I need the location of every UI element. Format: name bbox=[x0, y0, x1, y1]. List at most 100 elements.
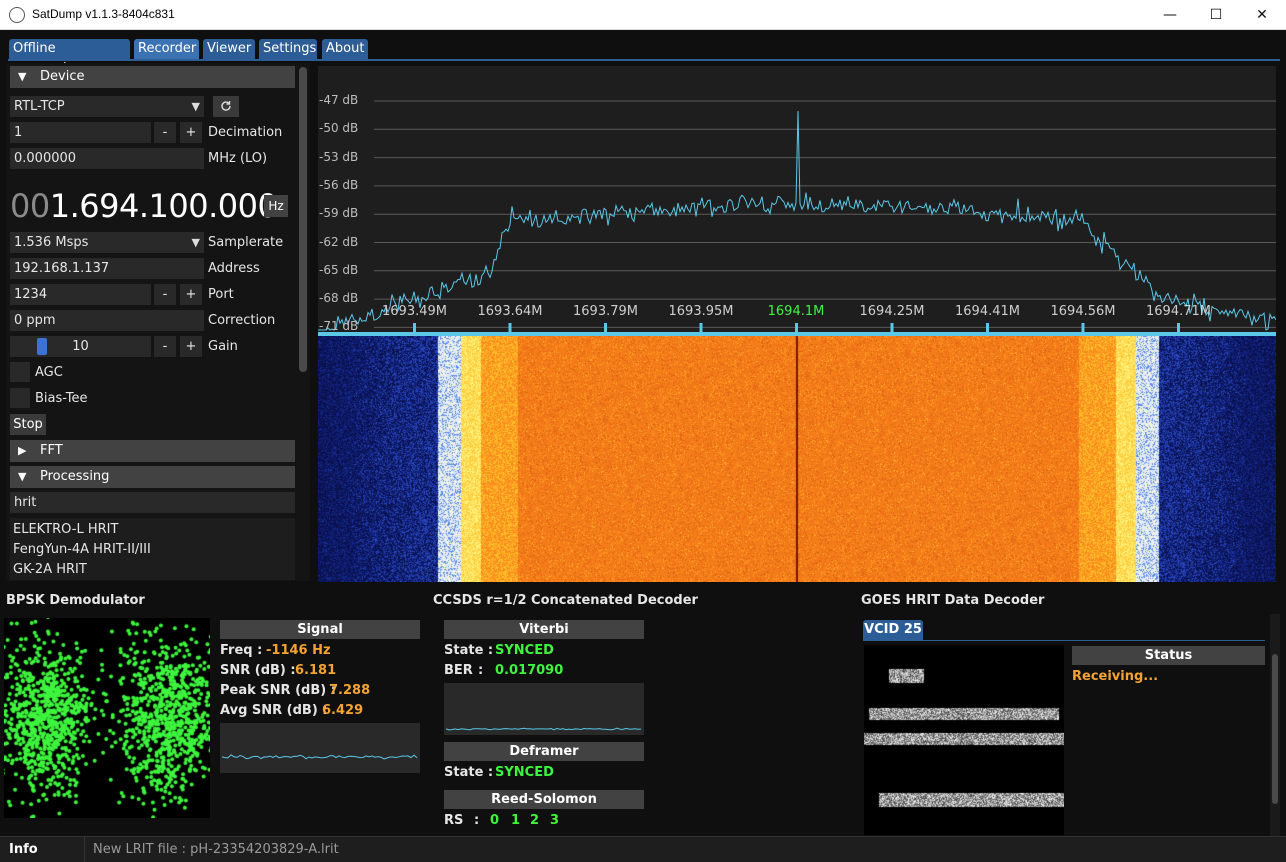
collapse-arrow-icon: ▼ bbox=[18, 470, 27, 483]
ccsds-panel-title: CCSDS r=1/2 Concatenated Decoder bbox=[433, 593, 698, 608]
image-preview-canvas bbox=[864, 645, 1064, 835]
tab-about[interactable]: About bbox=[322, 39, 368, 59]
device-header[interactable]: ▼ Device bbox=[10, 66, 295, 88]
ber-history-graph bbox=[444, 683, 644, 735]
viterbi-state-label: State : bbox=[444, 643, 494, 658]
db-axis-label: -53 dB bbox=[319, 149, 359, 164]
db-axis-label: -50 dB bbox=[319, 121, 359, 136]
freq-axis-label: 1694.56M bbox=[1050, 304, 1116, 319]
samplerate-dropdown[interactable]: 1.536 Msps ▼ bbox=[10, 232, 204, 253]
correction-input[interactable]: 0 ppm bbox=[10, 310, 204, 331]
decimation-decrement-button[interactable]: - bbox=[154, 122, 176, 143]
freq-axis-tick bbox=[508, 323, 512, 332]
device-header-label: Device bbox=[40, 69, 85, 84]
ber-value: 0.017090 bbox=[495, 663, 564, 678]
rs-value-3: 3 bbox=[550, 813, 560, 828]
freq-axis-label: 1693.64M bbox=[477, 304, 543, 319]
goes-panel-scrollbar-thumb[interactable] bbox=[1272, 654, 1278, 804]
fft-spectrum-plot[interactable]: -47 dB -50 dB -53 dB -56 dB -59 dB -62 dB -65 … bbox=[318, 66, 1276, 332]
rs-value-0: 0 bbox=[490, 813, 500, 828]
refresh-sources-button[interactable] bbox=[213, 96, 239, 117]
gain-slider-handle[interactable] bbox=[37, 338, 47, 355]
snr-label: SNR (dB) : bbox=[220, 663, 296, 678]
tab-bar: Offline processing Recorder Viewer Setti… bbox=[0, 30, 1286, 76]
spectrum-trace bbox=[318, 110, 1276, 331]
pipeline-search-input[interactable]: hrit bbox=[10, 492, 295, 513]
settings-scrollbar[interactable] bbox=[299, 67, 307, 372]
decimation-input[interactable]: 1 bbox=[10, 122, 151, 143]
freq-axis-label: 1694.71M bbox=[1146, 304, 1211, 319]
fft-header-label: FFT bbox=[40, 443, 63, 458]
port-input[interactable]: 1234 bbox=[10, 284, 151, 305]
db-axis-label: -56 dB bbox=[319, 177, 359, 192]
db-axis-label: -62 dB bbox=[319, 234, 359, 249]
frequency-leading-digits: 00 bbox=[10, 187, 50, 225]
close-button[interactable]: ✕ bbox=[1239, 0, 1285, 30]
gain-decrement-button[interactable]: - bbox=[154, 336, 176, 357]
port-decrement-button[interactable]: - bbox=[154, 284, 176, 305]
recorder-settings-panel: ▼ Device RTL-TCP ▼ 1 - + Decimation 0.00… bbox=[6, 63, 310, 581]
expand-arrow-icon: ▶ bbox=[18, 444, 27, 457]
agc-label: AGC bbox=[35, 365, 63, 380]
spectrum-svg bbox=[318, 100, 1276, 332]
dropdown-arrow-icon: ▼ bbox=[191, 100, 200, 113]
db-axis-label: -47 dB bbox=[319, 93, 359, 107]
info-bar: Info New LRIT file : pH-23354203829-A.lr… bbox=[0, 836, 1286, 862]
avg-snr-label: Avg SNR (dB) : bbox=[220, 703, 328, 718]
window-title: SatDump v1.1.3-8404c831 bbox=[32, 7, 175, 21]
freq-axis-tick bbox=[795, 323, 798, 332]
gain-value: 10 bbox=[72, 339, 89, 354]
stop-button[interactable]: Stop bbox=[10, 414, 46, 435]
goes-panel-scrollbar-track[interactable] bbox=[1270, 614, 1280, 836]
frequency-display[interactable]: 001.694.100.000 bbox=[10, 186, 278, 226]
decimation-increment-button[interactable]: + bbox=[180, 122, 202, 143]
tab-viewer[interactable]: Viewer bbox=[203, 39, 255, 59]
frequency-unit-button[interactable]: Hz bbox=[264, 195, 288, 217]
pipeline-item-gk-2a-hrit[interactable]: GK-2A HRIT bbox=[13, 562, 87, 577]
snr-value: 6.181 bbox=[295, 663, 337, 678]
db-axis-label: -68 dB bbox=[319, 291, 359, 306]
address-input[interactable]: 192.168.1.137 bbox=[10, 258, 204, 279]
agc-checkbox[interactable] bbox=[10, 362, 30, 382]
viterbi-state-value: SYNCED bbox=[495, 643, 554, 658]
gain-slider[interactable]: 10 bbox=[10, 336, 151, 357]
title-bar: SatDump v1.1.3-8404c831 — ☐ ✕ bbox=[0, 0, 1286, 30]
rs-label: RS bbox=[444, 813, 464, 828]
info-message: New LRIT file : pH-23354203829-A.lrit bbox=[93, 842, 339, 857]
processing-header[interactable]: ▼ Processing bbox=[10, 466, 295, 488]
samplerate-value: 1.536 Msps bbox=[14, 235, 89, 250]
tab-vcid-25[interactable]: VCID 25 bbox=[863, 620, 923, 640]
freq-axis-tick bbox=[986, 323, 989, 332]
info-divider bbox=[84, 837, 85, 862]
maximize-button[interactable]: ☐ bbox=[1193, 0, 1239, 30]
tab-offline-processing[interactable]: Offline processing bbox=[9, 39, 130, 76]
tab-settings[interactable]: Settings bbox=[259, 39, 317, 59]
rs-value-1: 1 bbox=[511, 813, 521, 828]
source-dropdown[interactable]: RTL-TCP ▼ bbox=[10, 96, 204, 117]
db-axis-label: -59 dB bbox=[319, 206, 359, 221]
lo-input[interactable]: 0.000000 bbox=[10, 148, 204, 169]
fft-header[interactable]: ▶ FFT bbox=[10, 440, 295, 462]
db-axis-label: -65 dB bbox=[319, 262, 359, 277]
minimize-button[interactable]: — bbox=[1147, 0, 1193, 30]
port-increment-button[interactable]: + bbox=[180, 284, 202, 305]
rs-value-2: 2 bbox=[530, 813, 540, 828]
snr-history-graph bbox=[220, 723, 420, 773]
gain-increment-button[interactable]: + bbox=[180, 336, 202, 357]
vcid-tab-underline bbox=[863, 640, 1265, 641]
signal-header: Signal bbox=[220, 620, 420, 639]
correction-label: Correction bbox=[208, 313, 276, 328]
snr-history-svg bbox=[221, 754, 418, 760]
waterfall-display[interactable] bbox=[318, 336, 1276, 582]
pipeline-item-fengyun-4a-hrit[interactable]: FengYun-4A HRIT-II/III bbox=[13, 542, 151, 557]
pipeline-item-elektro-l-hrit[interactable]: ELEKTRO-L HRIT bbox=[13, 522, 118, 537]
ber-label: BER bbox=[444, 663, 473, 678]
port-label: Port bbox=[208, 287, 234, 302]
dropdown-arrow-icon: ▼ bbox=[191, 236, 200, 249]
status-value: Receiving... bbox=[1072, 669, 1159, 684]
bias-tee-checkbox[interactable] bbox=[10, 388, 30, 408]
waterfall-canvas bbox=[318, 336, 1276, 582]
pipeline-list: ELEKTRO-L HRIT FengYun-4A HRIT-II/III GK… bbox=[10, 518, 295, 580]
freq-axis-tick bbox=[1177, 323, 1180, 332]
tab-recorder[interactable]: Recorder bbox=[134, 39, 199, 59]
